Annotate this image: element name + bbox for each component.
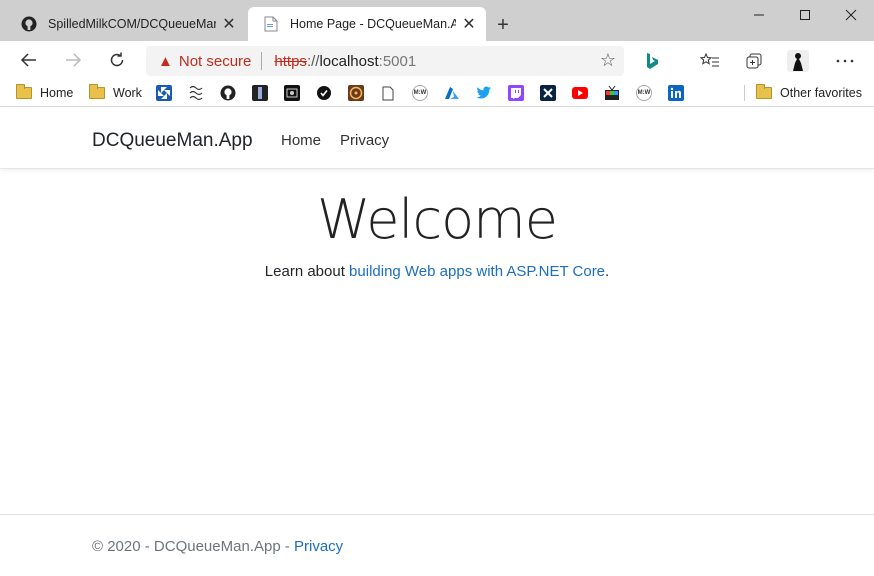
close-icon [845, 9, 857, 21]
close-tab-icon[interactable]: ✕ [456, 11, 482, 37]
url-text[interactable]: https://localhost:5001 [274, 53, 416, 70]
minimize-button[interactable] [736, 0, 782, 30]
profile-avatar-icon[interactable] [786, 49, 810, 73]
maximize-icon [800, 10, 810, 20]
browser-toolbar: ▲ Not secure https://localhost:5001 ☆ [0, 41, 874, 79]
page-title: Welcome [316, 188, 558, 251]
site-footer: © 2020 - DCQueueMan.App - Privacy [0, 514, 874, 576]
tv-icon[interactable] [604, 85, 620, 101]
warning-icon: ▲ [158, 52, 173, 70]
folder-icon [16, 84, 32, 99]
x-icon[interactable] [540, 85, 556, 101]
refresh-button[interactable] [102, 45, 132, 75]
nav-link-privacy[interactable]: Privacy [340, 132, 389, 149]
favorite-folder-work[interactable]: Work [89, 83, 142, 103]
page-icon [262, 15, 280, 33]
bar-icon[interactable] [252, 85, 268, 101]
favorite-label: Work [113, 86, 142, 100]
footer-text: © 2020 - DCQueueMan.App - Privacy [92, 538, 343, 555]
divider [744, 85, 745, 101]
back-arrow-icon [20, 53, 36, 67]
lead-suffix: . [605, 263, 610, 280]
footer-privacy-link[interactable]: Privacy [294, 538, 343, 555]
close-window-button[interactable] [828, 0, 874, 30]
collections-icon[interactable] [742, 49, 766, 73]
copyright-text: © 2020 - DCQueueMan.App - [92, 538, 294, 555]
azure-icon[interactable] [444, 85, 460, 101]
refresh-icon [110, 52, 124, 67]
minimize-icon [754, 14, 764, 16]
pattern-icon[interactable] [188, 85, 204, 101]
site-navbar: DCQueueMan.App Home Privacy [0, 112, 874, 169]
document-icon[interactable] [380, 85, 396, 101]
twitch-icon[interactable] [508, 85, 524, 101]
lead-paragraph: Learn about building Web apps with ASP.N… [0, 263, 874, 280]
bing-icon[interactable] [640, 49, 664, 73]
browser-titlebar: SpilledMilkCOM/DCQueueMan: Da ✕ Home Pag… [0, 0, 874, 41]
check-icon[interactable] [316, 85, 332, 101]
divider [261, 52, 263, 70]
dark-icon[interactable] [284, 85, 300, 101]
favorite-label: Other favorites [780, 86, 862, 100]
mw-icon[interactable]: M:W [412, 85, 428, 101]
nav-link-home[interactable]: Home [281, 132, 321, 149]
site-brand-link[interactable]: DCQueueMan.App [92, 130, 253, 152]
lead-text: Learn about [264, 263, 350, 280]
maximize-button[interactable] [782, 0, 828, 30]
mw-icon[interactable]: M:W [636, 85, 652, 101]
forward-arrow-icon [66, 53, 82, 67]
tab-home-page[interactable]: Home Page - DCQueueMan.App ✕ [248, 7, 486, 41]
twitter-icon[interactable] [476, 85, 492, 101]
favorite-label: Home [40, 86, 74, 100]
security-status[interactable]: Not secure [179, 53, 252, 70]
chase-icon[interactable] [156, 85, 172, 101]
more-menu-icon[interactable] [833, 49, 857, 73]
new-tab-button[interactable]: + [490, 12, 516, 38]
folder-icon [89, 84, 105, 99]
address-bar[interactable]: ▲ Not secure https://localhost:5001 ☆ [146, 46, 624, 76]
linkedin-icon[interactable] [668, 85, 684, 101]
aspnet-docs-link[interactable]: building Web apps with ASP.NET Core [349, 263, 605, 280]
favorite-star-icon[interactable]: ☆ [600, 50, 616, 71]
favorites-icon[interactable] [698, 49, 722, 73]
github-icon [20, 15, 38, 33]
youtube-icon[interactable] [572, 85, 588, 101]
favorites-bar: Home Work M:W M:W Other favorites [0, 79, 874, 107]
favorite-folder-home[interactable]: Home [16, 83, 73, 103]
forward-button[interactable] [58, 45, 88, 75]
tab-github[interactable]: SpilledMilkCOM/DCQueueMan: Da ✕ [6, 7, 246, 41]
github-icon[interactable] [220, 85, 236, 101]
close-tab-icon[interactable]: ✕ [216, 11, 242, 37]
other-favorites[interactable]: Other favorites [756, 83, 862, 103]
tab-title: SpilledMilkCOM/DCQueueMan: Da [48, 17, 216, 31]
back-button[interactable] [14, 45, 44, 75]
film-icon[interactable] [348, 85, 364, 101]
folder-icon [756, 84, 772, 99]
tab-title: Home Page - DCQueueMan.App [290, 17, 456, 31]
